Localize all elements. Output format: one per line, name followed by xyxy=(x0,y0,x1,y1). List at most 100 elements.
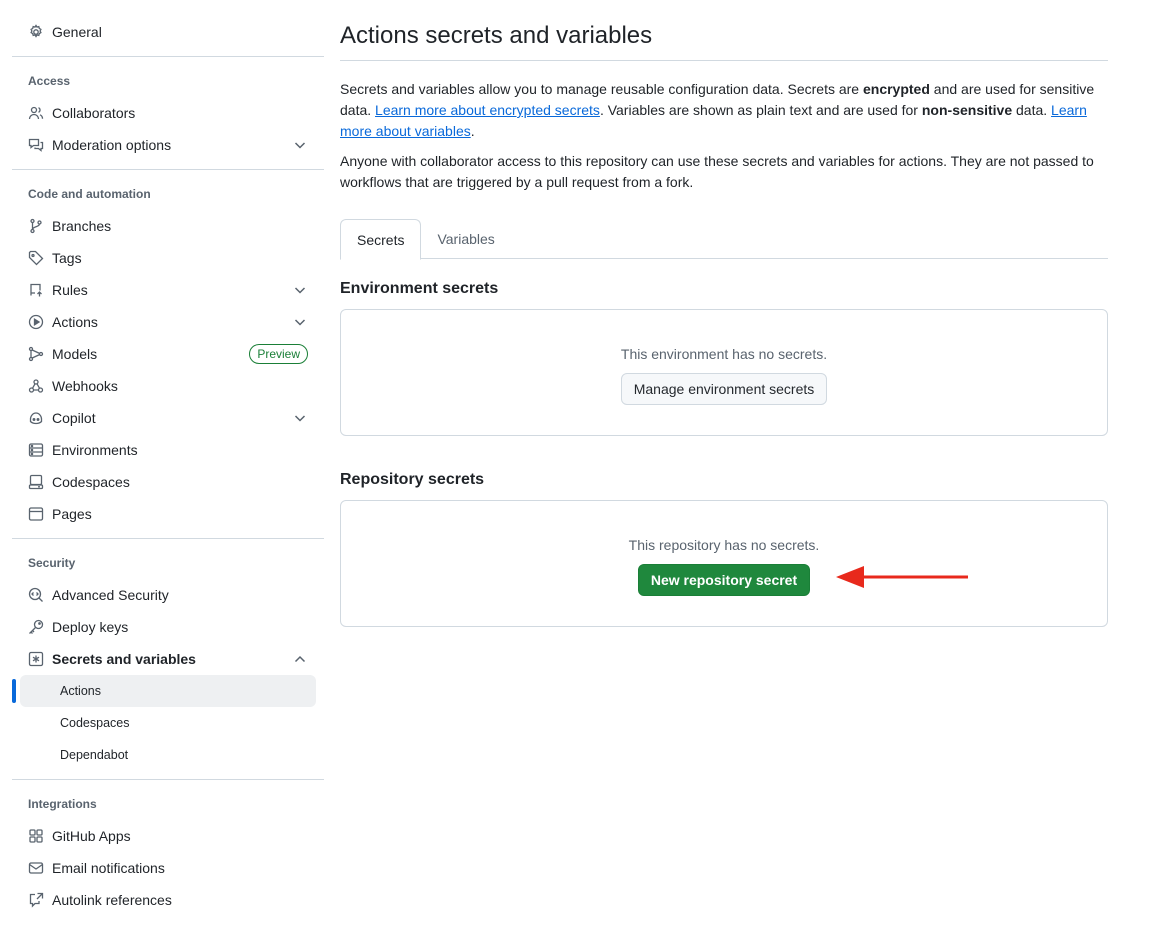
intro-emphasis-encrypted: encrypted xyxy=(862,81,930,97)
sidebar-item-advanced-security[interactable]: Advanced Security xyxy=(12,579,324,611)
chevron-down-icon xyxy=(292,314,308,330)
sidebar-item-label: Dependabot xyxy=(60,748,129,762)
sidebar-subitem-dependabot[interactable]: Dependabot xyxy=(20,739,316,771)
new-repository-secret-button[interactable]: New repository secret xyxy=(637,564,811,596)
group-heading-integrations: Integrations xyxy=(28,797,97,811)
sidebar-item-label: Secrets and variables xyxy=(52,651,196,667)
repository-secrets-heading: Repository secrets xyxy=(340,471,485,488)
manage-environment-secrets-button[interactable]: Manage environment secrets xyxy=(620,373,828,405)
sidebar-item-label: Advanced Security xyxy=(52,587,169,603)
sidebar-item-general[interactable]: General xyxy=(12,16,324,48)
sidebar-item-label: Environments xyxy=(52,442,138,458)
people-icon xyxy=(28,105,44,121)
server-icon xyxy=(28,442,44,458)
sidebar-subitem-codespaces[interactable]: Codespaces xyxy=(20,707,316,739)
sidebar-subitem-actions[interactable]: Actions xyxy=(12,675,316,707)
preview-badge: Preview xyxy=(249,344,308,364)
sidebar-item-branches[interactable]: Branches xyxy=(12,210,324,242)
sidebar-item-moderation-options[interactable]: Moderation options xyxy=(12,129,324,161)
sidebar-item-copilot[interactable]: Copilot xyxy=(12,402,324,434)
models-icon xyxy=(28,346,44,362)
page-title: Actions secrets and variables xyxy=(340,22,653,49)
comment-discussion-icon xyxy=(28,137,44,153)
sidebar-item-models[interactable]: Models Preview xyxy=(12,338,324,370)
sidebar-item-label: Autolink references xyxy=(52,892,172,908)
tag-icon xyxy=(28,250,44,266)
sidebar-item-label: General xyxy=(52,24,102,40)
sidebar-item-label: Codespaces xyxy=(60,716,130,730)
sidebar-item-label: Tags xyxy=(52,250,82,266)
intro-emphasis-non-sensitive: non-sensitive xyxy=(921,102,1013,118)
repo-push-icon xyxy=(28,282,44,298)
sidebar-divider xyxy=(12,779,324,780)
environment-empty-message: This environment has no secrets. xyxy=(620,346,828,362)
sidebar-item-rules[interactable]: Rules xyxy=(12,274,324,306)
sidebar-item-environments[interactable]: Environments xyxy=(12,434,324,466)
sidebar-item-codespaces[interactable]: Codespaces xyxy=(12,466,324,498)
annotation-arrow xyxy=(836,566,968,588)
tab-variables[interactable]: Variables xyxy=(421,219,510,259)
mail-icon xyxy=(28,860,44,876)
browser-icon xyxy=(28,506,44,522)
sidebar-item-github-apps[interactable]: GitHub Apps xyxy=(12,820,324,852)
apps-icon xyxy=(28,828,44,844)
repository-empty-message: This repository has no secrets. xyxy=(628,537,820,553)
sidebar-divider xyxy=(12,538,324,539)
sidebar-item-label: GitHub Apps xyxy=(52,828,131,844)
codespaces-icon xyxy=(28,474,44,490)
collaborator-access-paragraph: Anyone with collaborator access to this … xyxy=(340,153,1094,190)
webhook-icon xyxy=(28,378,44,394)
sidebar-item-label: Branches xyxy=(52,218,112,234)
group-heading-code-automation: Code and automation xyxy=(28,187,151,201)
sidebar-divider xyxy=(12,56,324,57)
sidebar-item-deploy-keys[interactable]: Deploy keys xyxy=(12,611,324,643)
chevron-down-icon xyxy=(292,282,308,298)
tab-secrets[interactable]: Secrets xyxy=(340,219,422,260)
sidebar-item-autolink-references[interactable]: Autolink references xyxy=(12,884,324,916)
chevron-down-icon xyxy=(292,410,308,426)
repository-secrets-box: This repository has no secrets. New repo… xyxy=(340,500,1108,627)
settings-sidebar: General Access Collaborators Moderation … xyxy=(12,16,324,916)
environment-secrets-box: This environment has no secrets. Manage … xyxy=(340,309,1108,436)
cross-reference-icon xyxy=(28,892,44,908)
learn-more-encrypted-secrets-link[interactable]: Learn more about encrypted secrets xyxy=(375,102,600,118)
intro-text: Secrets and variables allow you to manag… xyxy=(340,81,863,97)
play-icon xyxy=(28,314,44,330)
chevron-down-icon xyxy=(292,137,308,153)
sidebar-item-label: Pages xyxy=(52,506,92,522)
git-branch-icon xyxy=(28,218,44,234)
sidebar-item-label: Actions xyxy=(52,314,98,330)
group-heading-access: Access xyxy=(28,74,71,88)
intro-paragraph: Secrets and variables allow you to manag… xyxy=(340,79,1108,142)
sidebar-divider xyxy=(12,169,324,170)
group-heading-security: Security xyxy=(28,556,76,570)
sidebar-item-tags[interactable]: Tags xyxy=(12,242,324,274)
sidebar-item-label: Deploy keys xyxy=(52,619,129,635)
main-content: Actions secrets and variables Secrets an… xyxy=(340,20,1108,627)
environment-secrets-heading: Environment secrets xyxy=(340,280,499,297)
sidebar-item-email-notifications[interactable]: Email notifications xyxy=(12,852,324,884)
sidebar-item-secrets-and-variables[interactable]: Secrets and variables xyxy=(12,643,324,675)
sidebar-item-label: Models xyxy=(52,346,98,362)
copilot-icon xyxy=(28,410,44,426)
sidebar-item-actions[interactable]: Actions xyxy=(12,306,324,338)
intro-text: data. xyxy=(1012,102,1052,118)
intro-text: . Variables are shown as plain text and … xyxy=(599,102,922,118)
sidebar-item-label: Codespaces xyxy=(52,474,130,490)
gear-icon xyxy=(28,24,44,40)
chevron-up-icon xyxy=(292,651,308,667)
sidebar-item-label: Copilot xyxy=(52,410,96,426)
sidebar-item-pages[interactable]: Pages xyxy=(12,498,324,530)
sidebar-item-collaborators[interactable]: Collaborators xyxy=(12,97,324,129)
active-indicator xyxy=(12,679,16,703)
key-icon xyxy=(28,619,44,635)
sidebar-item-webhooks[interactable]: Webhooks xyxy=(12,370,324,402)
codescan-icon xyxy=(28,587,44,603)
intro-text: . xyxy=(470,123,475,139)
sidebar-item-label: Actions xyxy=(60,684,101,698)
sidebar-item-label: Email notifications xyxy=(52,860,165,876)
sidebar-item-label: Collaborators xyxy=(52,105,136,121)
sidebar-item-label: Webhooks xyxy=(52,378,118,394)
secrets-variables-tabs: Secrets Variables xyxy=(340,219,1108,260)
sidebar-item-label: Moderation options xyxy=(52,137,172,153)
